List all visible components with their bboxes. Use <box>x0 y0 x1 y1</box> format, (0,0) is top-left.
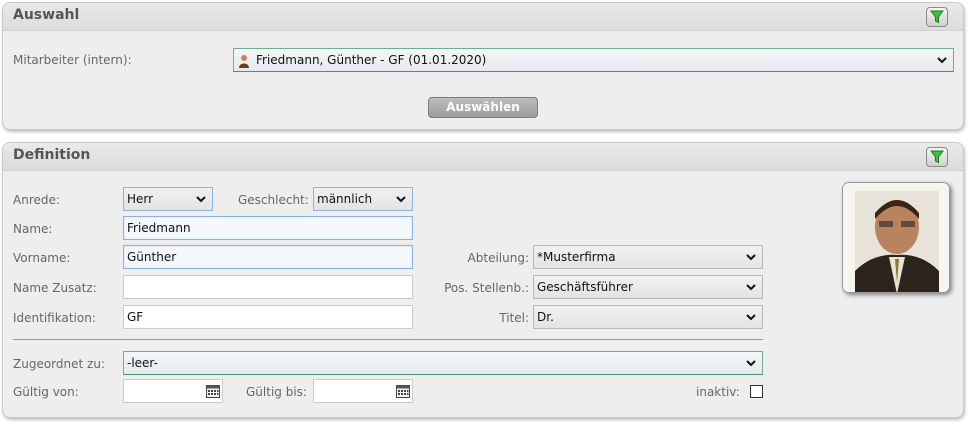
mitarbeiter-label: Mitarbeiter (intern): <box>13 53 132 67</box>
inaktiv-checkbox[interactable] <box>750 385 763 398</box>
calendar-icon[interactable] <box>206 384 220 398</box>
anrede-select[interactable]: Herr <box>123 187 213 211</box>
vorname-input[interactable]: Günther <box>123 245 413 269</box>
zugeordnet-select[interactable]: -leer- <box>123 351 763 375</box>
mitarbeiter-select[interactable]: Friedmann, Günther - GF (01.01.2020) <box>233 48 954 72</box>
funnel-icon <box>930 10 944 24</box>
titel-value: Dr. <box>537 310 554 324</box>
pos-stellenb-label: Pos. Stellenb.: <box>444 281 529 295</box>
definition-title: Definition <box>13 147 91 163</box>
chevron-down-icon <box>740 246 762 268</box>
anrede-value: Herr <box>127 192 154 206</box>
abteilung-select[interactable]: *Musterfirma <box>533 245 763 269</box>
titel-label: Titel: <box>499 311 529 325</box>
name-zusatz-input[interactable] <box>123 275 413 299</box>
mitarbeiter-value: Friedmann, Günther - GF (01.01.2020) <box>256 53 487 67</box>
geschlecht-select[interactable]: männlich <box>313 187 413 211</box>
definition-panel: Definition Anrede: Herr Geschlecht: männ… <box>2 142 964 418</box>
identifikation-input[interactable]: GF <box>123 305 413 329</box>
abteilung-label: Abteilung: <box>467 251 529 265</box>
anrede-label: Anrede: <box>13 193 60 207</box>
person-icon <box>239 55 249 68</box>
chevron-down-icon <box>390 188 412 210</box>
definition-header: Definition <box>3 143 963 171</box>
funnel-icon <box>930 150 944 164</box>
name-label: Name: <box>13 222 53 236</box>
chevron-down-icon <box>931 49 953 71</box>
name-zusatz-label: Name Zusatz: <box>13 281 97 295</box>
definition-filter-button[interactable] <box>926 147 948 167</box>
pos-stellenb-select[interactable]: Geschäftsführer <box>533 275 763 299</box>
chevron-down-icon <box>740 306 762 328</box>
auswahl-title: Auswahl <box>13 7 80 23</box>
zugeordnet-value: -leer- <box>127 356 158 370</box>
auswahl-filter-button[interactable] <box>926 7 948 27</box>
chevron-down-icon <box>740 276 762 298</box>
name-input[interactable]: Friedmann <box>123 216 413 240</box>
inaktiv-label: inaktiv: <box>696 385 740 399</box>
auswahl-panel: Auswahl Mitarbeiter (intern): Friedmann,… <box>2 2 964 130</box>
zugeordnet-label: Zugeordnet zu: <box>13 357 105 371</box>
pos-stellenb-value: Geschäftsführer <box>537 280 633 294</box>
geschlecht-label: Geschlecht: <box>238 193 309 207</box>
calendar-icon[interactable] <box>396 384 410 398</box>
auswahl-header: Auswahl <box>3 3 963 31</box>
titel-select[interactable]: Dr. <box>533 305 763 329</box>
geschlecht-value: männlich <box>317 192 373 206</box>
identifikation-label: Identifikation: <box>13 311 96 325</box>
employee-photo <box>842 182 950 293</box>
auswaehlen-button[interactable]: Auswählen <box>428 97 538 118</box>
gueltig-bis-label: Gültig bis: <box>246 385 307 399</box>
chevron-down-icon <box>190 188 212 210</box>
abteilung-value: *Musterfirma <box>537 250 616 264</box>
gueltig-von-label: Gültig von: <box>13 385 79 399</box>
section-divider <box>13 339 763 340</box>
vorname-label: Vorname: <box>13 251 71 265</box>
portrait-image <box>843 183 949 292</box>
chevron-down-icon <box>740 352 762 374</box>
